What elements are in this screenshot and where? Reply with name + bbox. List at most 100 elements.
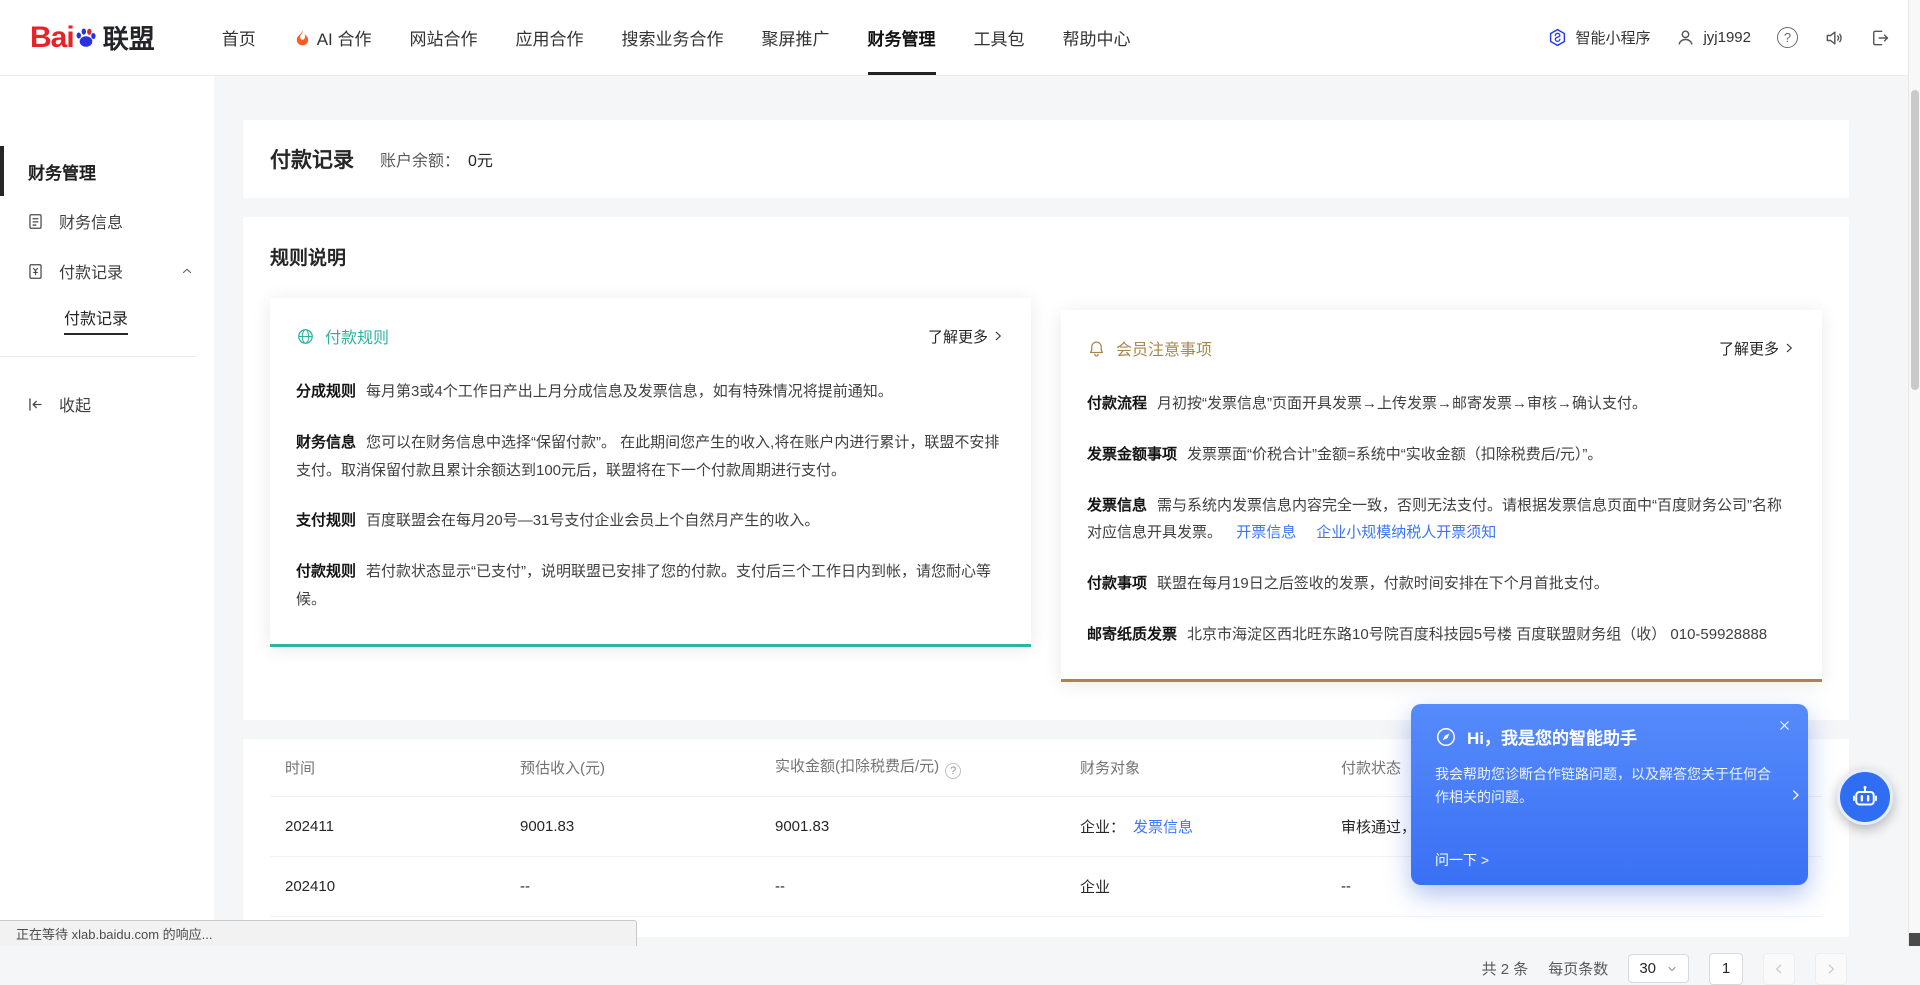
previous-page-button[interactable] — [1763, 953, 1795, 985]
invoice-info-row-link[interactable]: 发票信息 — [1133, 819, 1193, 836]
help-icon[interactable]: ? — [1777, 27, 1798, 48]
rule-item-label: 付款事项 — [1087, 575, 1147, 592]
browser-status-bar: 正在等待 xlab.baidu.com 的响应... — [0, 920, 637, 946]
column-header-actual-amount: 实收金额(扣除税费后/元)? — [760, 755, 1065, 779]
column-header-label: 实收金额(扣除税费后/元) — [775, 758, 939, 775]
page-size-select[interactable]: 30 — [1628, 954, 1689, 983]
payment-rules-title: 付款规则 — [325, 324, 389, 348]
member-notes-more-link[interactable]: 了解更多 — [1719, 338, 1796, 359]
baidu-union-logo[interactable]: Bai 联盟 — [30, 19, 155, 56]
rule-item-label: 付款规则 — [296, 563, 356, 580]
smart-program-label: 智能小程序 — [1575, 27, 1650, 48]
sidebar-item-finance-info[interactable]: 财务信息 — [0, 196, 214, 246]
rule-item-text: 联盟在每月19日之后签收的发票，付款时间安排在下个月首批支付。 — [1157, 575, 1609, 592]
rule-item-label: 付款流程 — [1087, 395, 1147, 412]
logo-text-baidu: Bai — [30, 21, 98, 55]
nav-item-help-center[interactable]: 帮助中心 — [1063, 0, 1131, 75]
sidebar-section-finance-management[interactable]: 财务管理 — [0, 146, 214, 196]
chevron-up-icon — [180, 264, 194, 278]
cell-time: 202411 — [270, 818, 505, 835]
page-title: 付款记录 — [270, 144, 354, 174]
sidebar-collapse-button[interactable]: 收起 — [0, 380, 214, 428]
nav-item-website-cooperation[interactable]: 网站合作 — [410, 0, 478, 75]
member-notes-card: 会员注意事项 了解更多 付款流程月初按“发票信息”页面开具发票→上传发票→邮寄发… — [1061, 310, 1822, 682]
next-page-button[interactable] — [1815, 953, 1847, 985]
cell-time: 202410 — [270, 878, 505, 895]
paw-icon — [74, 26, 98, 50]
info-tooltip-icon[interactable]: ? — [945, 763, 961, 779]
payment-rules-header: 付款规则 了解更多 — [296, 324, 1005, 348]
sidebar-subitem-label: 付款记录 — [64, 305, 128, 335]
finance-target-label: 企业： — [1080, 819, 1125, 836]
rule-item: 邮寄纸质发票北京市海淀区西北旺东路10号院百度科技园5号楼 百度联盟财务组（收）… — [1087, 621, 1796, 649]
logout-icon[interactable] — [1870, 28, 1890, 48]
nav-label: 网站合作 — [410, 25, 478, 50]
sidebar-item-label: 付款记录 — [59, 259, 123, 283]
compass-icon — [1435, 726, 1457, 748]
globe-icon — [296, 327, 315, 346]
rule-item: 付款事项联盟在每月19日之后签收的发票，付款时间安排在下个月首批支付。 — [1087, 570, 1796, 598]
sound-icon[interactable] — [1824, 28, 1844, 48]
balance-label: 账户余额： — [380, 147, 460, 171]
top-navigation-bar: Bai 联盟 首页 AI 合作 网站合作 应用合作 搜索业务合作 聚屏推广 财务… — [0, 0, 1920, 76]
nav-label: 应用合作 — [516, 25, 584, 50]
rule-item-text: 若付款状态显示“已支付”，说明联盟已安排了您的付款。支付后三个工作日内到帐，请您… — [296, 563, 991, 608]
ask-now-link[interactable]: 问一下 > — [1435, 850, 1489, 870]
cell-estimated-income: 9001.83 — [505, 818, 760, 835]
assistant-robot-button[interactable] — [1837, 769, 1893, 825]
rule-item-label: 邮寄纸质发票 — [1087, 626, 1177, 643]
page-number-button[interactable]: 1 — [1709, 953, 1743, 985]
rule-item: 发票信息需与系统内发票信息内容完全一致，否则无法支付。请根据发票信息页面中“百度… — [1087, 492, 1796, 548]
nav-item-toolkit[interactable]: 工具包 — [974, 0, 1025, 75]
flame-icon — [294, 29, 311, 46]
rule-item: 付款规则若付款状态显示“已支付”，说明联盟已安排了您的付款。支付后三个工作日内到… — [296, 558, 1005, 614]
rule-item-text: 月初按“发票信息”页面开具发票→上传发票→邮寄发票→审核→确认支付。 — [1157, 395, 1647, 412]
sidebar: 财务管理 财务信息 付款记录 付款记录 收起 — [0, 76, 214, 946]
page-size-value: 30 — [1639, 960, 1656, 977]
scrollbar-corner — [1909, 933, 1920, 946]
member-notes-header: 会员注意事项 了解更多 — [1087, 336, 1796, 360]
user-account[interactable]: jyj1992 — [1676, 28, 1751, 47]
assistant-title: Hi，我是您的智能助手 — [1467, 724, 1637, 749]
sidebar-subitem-payment-records[interactable]: 付款记录 — [0, 296, 214, 344]
small-taxpayer-invoice-guide-link[interactable]: 企业小规模纳税人开票须知 — [1316, 524, 1496, 541]
page-header-card: 付款记录 账户余额： 0元 — [243, 120, 1849, 198]
nav-item-juping-promotion[interactable]: 聚屏推广 — [762, 0, 830, 75]
invoice-info-link[interactable]: 开票信息 — [1236, 524, 1296, 541]
nav-item-finance-management[interactable]: 财务管理 — [868, 0, 936, 75]
chevron-right-icon — [1824, 962, 1838, 976]
nav-label: 搜索业务合作 — [622, 25, 724, 50]
rule-item-label: 发票金额事项 — [1087, 446, 1177, 463]
payment-rules-card: 付款规则 了解更多 分成规则每月第3或4个工作日产出上月分成信息及发票信息，如有… — [270, 298, 1031, 647]
collapse-label: 收起 — [59, 392, 91, 416]
username-label: jyj1992 — [1703, 29, 1751, 46]
sidebar-section-label: 财务管理 — [28, 159, 96, 184]
page-size-label: 每页条数 — [1548, 958, 1608, 979]
more-label: 了解更多 — [928, 326, 988, 347]
nav-label: 帮助中心 — [1063, 25, 1131, 50]
nav-item-search-business[interactable]: 搜索业务合作 — [622, 0, 724, 75]
assistant-expand-chevron[interactable] — [1788, 787, 1803, 802]
assistant-popup: Hi，我是您的智能助手 我会帮助您诊断合作链路问题，以及解答您关于任何合作相关的… — [1411, 704, 1808, 885]
robot-icon — [1850, 782, 1880, 812]
primary-nav: 首页 AI 合作 网站合作 应用合作 搜索业务合作 聚屏推广 财务管理 工具包 … — [203, 0, 1150, 75]
nav-label: 财务管理 — [868, 25, 936, 50]
nav-item-ai-cooperation[interactable]: AI 合作 — [294, 0, 372, 75]
rule-item-text: 北京市海淀区西北旺东路10号院百度科技园5号楼 百度联盟财务组（收） 010-5… — [1187, 626, 1767, 643]
nav-item-app-cooperation[interactable]: 应用合作 — [516, 0, 584, 75]
close-icon[interactable] — [1777, 718, 1792, 733]
member-notes-title: 会员注意事项 — [1116, 336, 1212, 360]
column-header-time: 时间 — [270, 757, 505, 778]
bell-icon — [1087, 339, 1106, 358]
payment-rules-more-link[interactable]: 了解更多 — [928, 326, 1005, 347]
nav-label: 首页 — [222, 25, 256, 50]
chevron-left-icon — [1772, 962, 1786, 976]
rules-grid: 付款规则 了解更多 分成规则每月第3或4个工作日产出上月分成信息及发票信息，如有… — [270, 298, 1822, 670]
smart-program-link[interactable]: 智能小程序 — [1548, 27, 1650, 48]
pagination: 共 2 条 每页条数 30 1 — [243, 953, 1849, 985]
finance-target-label: 企业 — [1080, 879, 1110, 896]
scrollbar-thumb[interactable] — [1911, 90, 1919, 390]
rule-item: 财务信息您可以在财务信息中选择“保留付款”。 在此期间您产生的收入,将在账户内进… — [296, 429, 1005, 485]
nav-item-home[interactable]: 首页 — [222, 0, 256, 75]
sidebar-item-payment-records[interactable]: 付款记录 — [0, 246, 214, 296]
